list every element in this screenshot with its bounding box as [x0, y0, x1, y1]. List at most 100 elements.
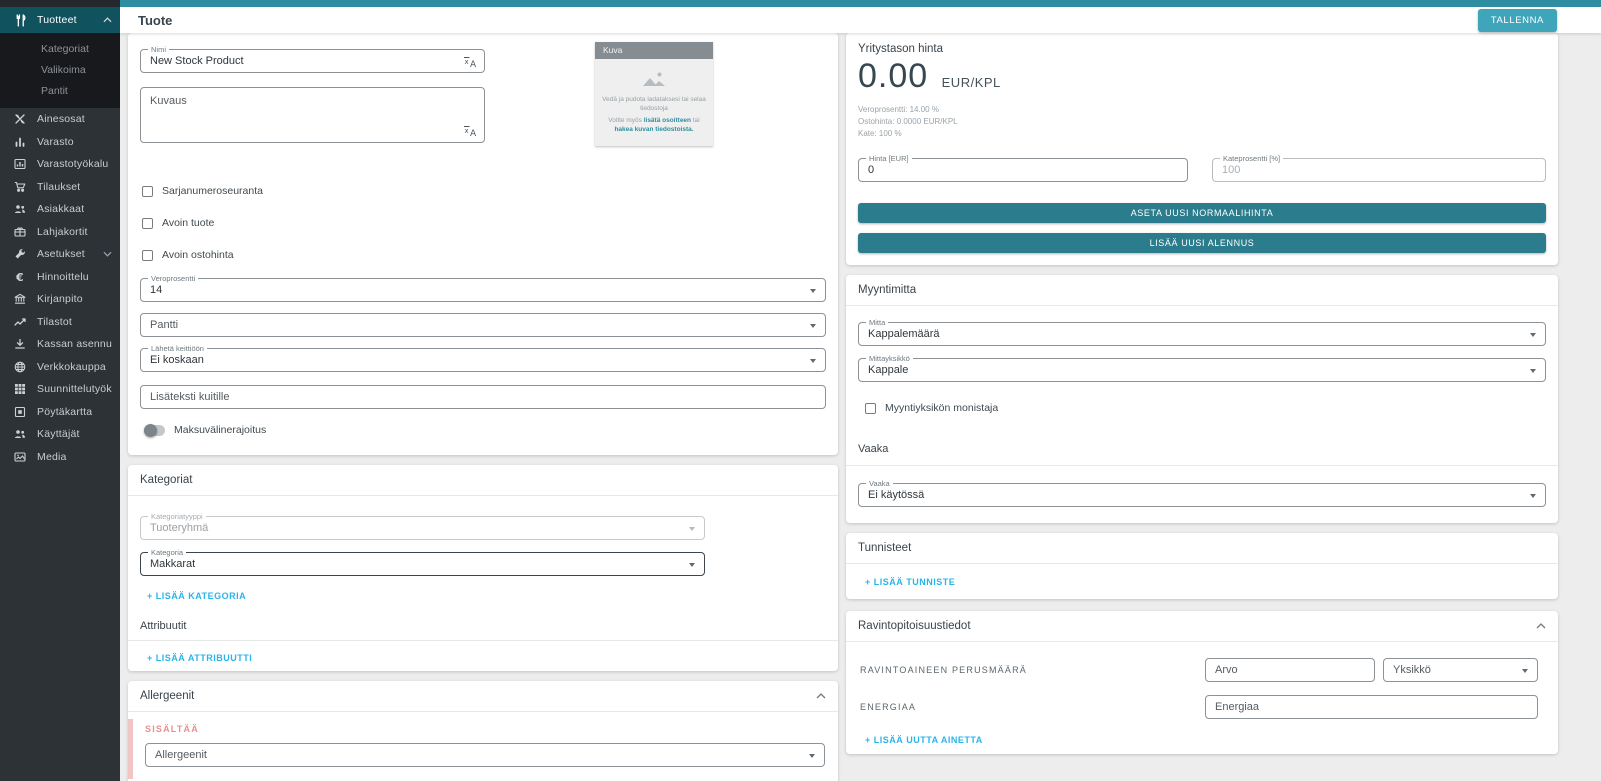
margin-percent-input[interactable]: [1213, 159, 1545, 181]
field-value: Ei käytössä: [859, 484, 1545, 506]
categories-title: Kategoriat: [140, 474, 192, 486]
price-input-field[interactable]: Hinta [EUR]: [858, 158, 1188, 182]
sidebar-item-media[interactable]: Media: [0, 446, 120, 469]
nutrient-unit-select[interactable]: Yksikkö: [1383, 658, 1538, 682]
add-image-url-link[interactable]: lisätä osoitteen: [644, 117, 691, 124]
sidebar-subitem-kategoriat[interactable]: Kategoriat: [0, 39, 120, 60]
deposit-select[interactable]: Pantti: [140, 313, 826, 337]
sidebar-item-verkkokauppa[interactable]: Verkkokauppa: [0, 356, 120, 379]
send-to-kitchen-select[interactable]: Lähetä keittiöön Ei koskaan: [140, 348, 826, 372]
sidebar-item-suunnittelutyokalu[interactable]: Suunnittelutyökalu: [0, 378, 120, 401]
field-value: 14: [141, 279, 825, 301]
purchase-price-line: Ostohinta: 0.0000 EUR/KPL: [858, 116, 1546, 128]
svg-text:A: A: [470, 60, 477, 68]
svg-text:x: x: [465, 58, 469, 66]
save-button[interactable]: TALLENNA: [1478, 9, 1557, 32]
sidebar-nav: Ainesosat Varasto Varastotyökalu Tilauks…: [0, 108, 120, 468]
checkbox-label: Avoin ostohinta: [162, 249, 234, 261]
sidebar-item-asetukset[interactable]: Asetukset: [0, 243, 120, 266]
scale-title: Vaaka: [858, 443, 1546, 455]
energy-field[interactable]: [1205, 695, 1538, 719]
checkbox-label: Avoin tuote: [162, 217, 214, 229]
sidebar-item-kassan-asennus[interactable]: Kassan asennus: [0, 333, 120, 356]
field-placeholder: Allergeenit: [146, 744, 824, 766]
category-select[interactable]: Kategoria Makkarat: [140, 552, 705, 576]
margin-percent-field[interactable]: Kateprosentti [%]: [1212, 158, 1546, 182]
add-category-link[interactable]: + LISÄÄ KATEGORIA: [147, 591, 246, 601]
image-dropzone[interactable]: Vedä ja pudota ladataksesi tai selaa tie…: [595, 59, 713, 146]
checkbox-label: Sarjanumeroseuranta: [162, 185, 263, 197]
name-input[interactable]: [141, 50, 484, 72]
description-field[interactable]: xA: [140, 87, 485, 143]
vat-percent-select[interactable]: Veroprosentti 14: [140, 278, 826, 302]
category-type-select[interactable]: Kategoriatyyppi Tuoteryhmä: [140, 516, 705, 540]
price-input[interactable]: [859, 159, 1187, 181]
name-field[interactable]: Nimi xA: [140, 49, 485, 73]
sidebar-item-label: Pöytäkartta: [37, 406, 92, 418]
nutrition-card-header: Ravintopitoisuustiedot: [846, 611, 1558, 642]
chart-box-icon: [12, 158, 28, 170]
tags-card-header: Tunnisteet: [846, 533, 1558, 564]
add-tag-link[interactable]: + LISÄÄ TUNNISTE: [865, 577, 955, 587]
download-icon: [12, 338, 28, 350]
browse-image-files-link[interactable]: hakea kuvan tiedostoista.: [614, 126, 693, 133]
nutrient-value-input[interactable]: [1206, 659, 1374, 681]
sidebar-item-hinnoittelu[interactable]: € Hinnoittelu: [0, 266, 120, 289]
nutrient-value-field[interactable]: [1205, 658, 1375, 682]
field-label: Vaaka: [866, 479, 893, 488]
measure-unit-select[interactable]: Mittayksikkö Kappale: [858, 358, 1546, 382]
divider: [846, 465, 1558, 466]
measure-select[interactable]: Mitta Kappalemäärä: [858, 322, 1546, 346]
add-discount-button[interactable]: LISÄÄ UUSI ALENNUS: [858, 233, 1546, 253]
add-attribute-link[interactable]: + LISÄÄ ATTRIBUUTTI: [147, 653, 252, 663]
payment-restriction-toggle[interactable]: Maksuvälinerajoitus: [140, 424, 826, 436]
sidebar-item-poytakartta[interactable]: Pöytäkartta: [0, 401, 120, 424]
sidebar-item-label: Media: [37, 451, 67, 463]
sidebar-item-varasto[interactable]: Varasto: [0, 131, 120, 154]
add-nutrient-link[interactable]: + LISÄÄ UUTTA AINETTA: [865, 735, 983, 745]
bar-chart-icon: [12, 136, 28, 148]
allergens-select[interactable]: Allergeenit: [145, 743, 825, 767]
serial-tracking-checkbox[interactable]: Sarjanumeroseuranta: [140, 185, 826, 197]
sidebar-subitem-pantit[interactable]: Pantit: [0, 81, 120, 102]
receipt-extra-text-input[interactable]: [141, 386, 825, 408]
sidebar-item-label: Suunnittelutyökalu: [37, 383, 112, 395]
open-product-checkbox[interactable]: Avoin tuote: [140, 217, 826, 229]
sidebar-item-ainesosat[interactable]: Ainesosat: [0, 108, 120, 131]
ingredients-icon: [12, 113, 28, 125]
sidebar-item-kirjanpito[interactable]: Kirjanpito: [0, 288, 120, 311]
set-normal-price-button[interactable]: ASETA UUSI NORMAALIHINTA: [858, 203, 1546, 223]
svg-text:€: €: [15, 271, 24, 283]
description-textarea[interactable]: [141, 88, 484, 142]
sidebar-item-tilastot[interactable]: Tilastot: [0, 311, 120, 334]
field-label: Kategoriatyyppi: [148, 512, 206, 521]
sidebar-item-label: Tilaukset: [37, 181, 80, 193]
chevron-up-icon[interactable]: [1536, 623, 1546, 629]
allergens-card: Allergeenit SISÄLTÄÄ Allergeenit SAATTAA…: [128, 681, 838, 781]
energy-input[interactable]: [1206, 696, 1537, 718]
chevron-down-icon: [810, 324, 816, 328]
sidebar-item-asiakkaat[interactable]: Asiakkaat: [0, 198, 120, 221]
sidebar-item-kayttajat[interactable]: Käyttäjät: [0, 423, 120, 446]
sidebar-item-tilaukset[interactable]: Tilaukset: [0, 176, 120, 199]
field-value: Ei koskaan: [141, 349, 825, 371]
utensils-icon: [12, 14, 28, 27]
chevron-up-icon[interactable]: [816, 693, 826, 699]
topbar: Tuote TALLENNA: [120, 7, 1601, 33]
sidebar-item-lahjakortit[interactable]: Lahjakortit: [0, 221, 120, 244]
sidebar-item-varastotyokalu[interactable]: Varastotyökalu: [0, 153, 120, 176]
sidebar-subitem-valikoima[interactable]: Valikoima: [0, 60, 120, 81]
receipt-extra-text-field[interactable]: [140, 385, 826, 409]
translate-icon[interactable]: xA: [463, 55, 477, 73]
price-display: 0.00 EUR/KPL: [858, 57, 1546, 96]
toggle-label: Maksuvälinerajoitus: [174, 424, 266, 436]
scale-select[interactable]: Vaaka Ei käytössä: [858, 483, 1546, 507]
page-title: Tuote: [120, 13, 172, 28]
open-purchase-price-checkbox[interactable]: Avoin ostohinta: [140, 249, 826, 261]
svg-text:x: x: [465, 127, 469, 135]
sidebar-item-tuotteet[interactable]: Tuotteet: [0, 7, 120, 33]
chevron-down-icon: [1530, 333, 1536, 337]
translate-icon[interactable]: xA: [463, 124, 477, 142]
image-upload-card[interactable]: Kuva Vedä ja pudota ladataksesi tai sela…: [595, 42, 713, 146]
sales-unit-multiplier-checkbox[interactable]: Myyntiyksikön monistaja: [863, 402, 1546, 414]
